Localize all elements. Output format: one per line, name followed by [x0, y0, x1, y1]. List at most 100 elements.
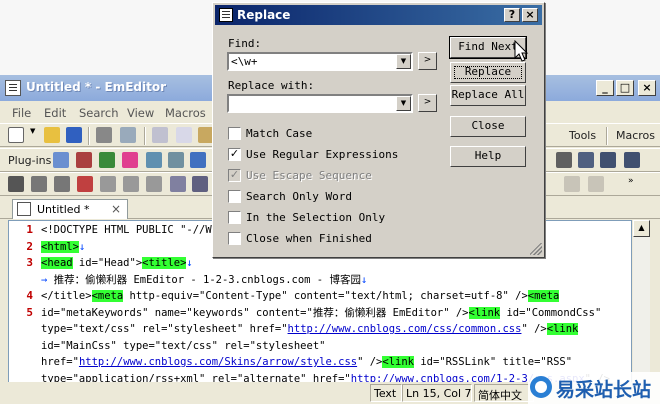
code-line[interactable]: type="text/css" rel="stylesheet" href="h… [41, 322, 579, 337]
plugin-icon[interactable] [168, 152, 184, 168]
menu-file[interactable]: File [12, 106, 31, 120]
code-text: </title> [41, 290, 92, 302]
table-icon[interactable] [556, 152, 572, 168]
menu-search[interactable]: Search [79, 106, 119, 120]
replace-menu-button[interactable]: > [418, 94, 437, 112]
find-label: Find: [228, 37, 262, 50]
code-line[interactable]: <head id="Head"><title>↓ [41, 256, 193, 271]
toolbar-icon[interactable] [100, 176, 116, 192]
plugin-icon[interactable] [99, 152, 115, 168]
html-tag-token: <link [382, 356, 414, 368]
close-window-button[interactable]: × [638, 80, 656, 96]
html-tag-token: <title> [142, 257, 187, 269]
scroll-up-button[interactable]: ▲ [633, 220, 650, 237]
code-line[interactable]: id="metaKeywords" name="keywords" conten… [41, 306, 601, 321]
cut-icon[interactable] [152, 127, 168, 143]
code-text: http-equiv="Content-Type" content="text/… [123, 290, 528, 302]
code-line[interactable]: <html>↓ [41, 240, 85, 255]
menu-edit[interactable]: Edit [44, 106, 66, 120]
html-tag-token: <head [41, 257, 73, 269]
plugin-icon[interactable] [122, 152, 138, 168]
dialog-icon [219, 8, 233, 22]
checkmark-icon: ✓ [228, 168, 241, 182]
close-button[interactable]: Close [450, 116, 526, 137]
tab-untitled[interactable]: Untitled * × [12, 199, 128, 219]
line-number-gutter: 1 2 3 4 5 [9, 221, 35, 403]
checkmark-icon[interactable]: ✓ [228, 148, 241, 161]
toolbar-icon[interactable] [123, 176, 139, 192]
new-file-icon[interactable] [8, 127, 24, 143]
toolbar-tools-label[interactable]: Tools [569, 129, 596, 142]
code-line[interactable]: href="http://www.cnblogs.com/Skins/arrow… [41, 355, 572, 370]
toolbar-icon[interactable] [170, 176, 186, 192]
close-tab-icon[interactable]: × [111, 202, 121, 216]
minimize-button[interactable]: _ [596, 80, 614, 96]
checkbox-box[interactable] [228, 127, 241, 140]
plugin-icon[interactable] [53, 152, 69, 168]
code-text: href=" [41, 356, 79, 368]
dialog-title: Replace [237, 8, 291, 22]
app-icon [5, 80, 21, 96]
code-line[interactable]: → 推荐：偷懒利器 EmEditor - 1-2-3.cnblogs.com -… [41, 273, 367, 288]
watermark: 易采站长站 [528, 372, 660, 404]
toolbar-icon[interactable] [54, 176, 70, 192]
toolbar-icon[interactable] [146, 176, 162, 192]
toolbar-icon[interactable] [588, 176, 604, 192]
layout-icon[interactable] [600, 152, 616, 168]
help-button[interactable]: Help [450, 146, 526, 167]
chevron-down-icon[interactable]: ▼ [396, 54, 411, 69]
resize-grip[interactable] [530, 243, 542, 255]
toolbar-icon[interactable] [192, 176, 208, 192]
plugin-icon[interactable] [76, 152, 92, 168]
help-title-button[interactable]: ? [504, 8, 520, 22]
dialog-title-bar[interactable]: Replace ? × [215, 5, 542, 25]
toolbar-icon[interactable] [564, 176, 580, 192]
line-number: 5 [26, 305, 33, 319]
plugin-icon[interactable] [190, 152, 206, 168]
code-text: ↓ [360, 273, 368, 286]
line-number: 3 [26, 256, 33, 269]
copy-icon[interactable] [176, 127, 192, 143]
code-line[interactable]: id="MainCss" type="text/css" rel="styles… [41, 339, 325, 354]
checkbox-label: Use Regular Expressions [246, 148, 399, 161]
checkbox-box[interactable] [228, 190, 241, 203]
print-preview-icon[interactable] [120, 127, 136, 143]
mouse-pointer-icon [514, 40, 529, 62]
code-line[interactable]: <!DOCTYPE HTML PUBLIC "-//W3C [41, 223, 224, 238]
checkbox-box[interactable] [228, 232, 241, 245]
chevron-right-icon[interactable]: » [628, 176, 640, 192]
code-text: " /> [357, 356, 383, 368]
find-menu-button[interactable]: > [418, 52, 437, 70]
find-input[interactable]: <\w+ ▼ [227, 52, 413, 71]
close-dialog-button[interactable]: × [522, 8, 538, 22]
checkbox-box[interactable] [228, 211, 241, 224]
plugin-icon[interactable] [146, 152, 162, 168]
open-folder-icon[interactable] [44, 127, 60, 143]
chevron-down-icon[interactable]: ▼ [396, 96, 411, 111]
toolbar-macros-label[interactable]: Macros [616, 129, 655, 142]
replace-all-button[interactable]: Replace All [450, 85, 526, 106]
layout-icon[interactable] [624, 152, 640, 168]
print-icon[interactable] [96, 127, 112, 143]
replace-dialog: Replace ? × Find: <\w+ ▼ > Replace with:… [212, 2, 545, 258]
chevron-down-icon[interactable]: ▼ [30, 127, 38, 143]
save-icon[interactable] [66, 127, 82, 143]
toolbar-icon[interactable] [77, 176, 93, 192]
replace-input[interactable]: ▼ [227, 94, 413, 113]
toolbar-separator [88, 127, 90, 145]
checkbox-label: In the Selection Only [246, 211, 386, 224]
replace-button[interactable]: Replace [450, 62, 526, 83]
maximize-button[interactable]: □ [616, 80, 634, 96]
toolbar-icon[interactable] [31, 176, 47, 192]
toolbar-icon[interactable] [8, 176, 24, 192]
url-link[interactable]: http://www.cnblogs.com/Skins/arrow/style… [79, 356, 357, 368]
menu-view[interactable]: View [127, 106, 154, 120]
menu-macros[interactable]: Macros [165, 106, 206, 120]
watermark-logo-icon [530, 376, 552, 398]
code-text: <!DOCTYPE HTML PUBLIC "-//W3C [41, 224, 225, 236]
code-line[interactable]: </title><meta http-equiv="Content-Type" … [41, 289, 560, 304]
ruler-icon[interactable] [578, 152, 594, 168]
checkbox-label: Close when Finished [246, 232, 372, 245]
checkbox-label: Use Escape Sequence [246, 169, 372, 182]
url-link[interactable]: http://www.cnblogs.com/css/common.css [288, 323, 522, 335]
